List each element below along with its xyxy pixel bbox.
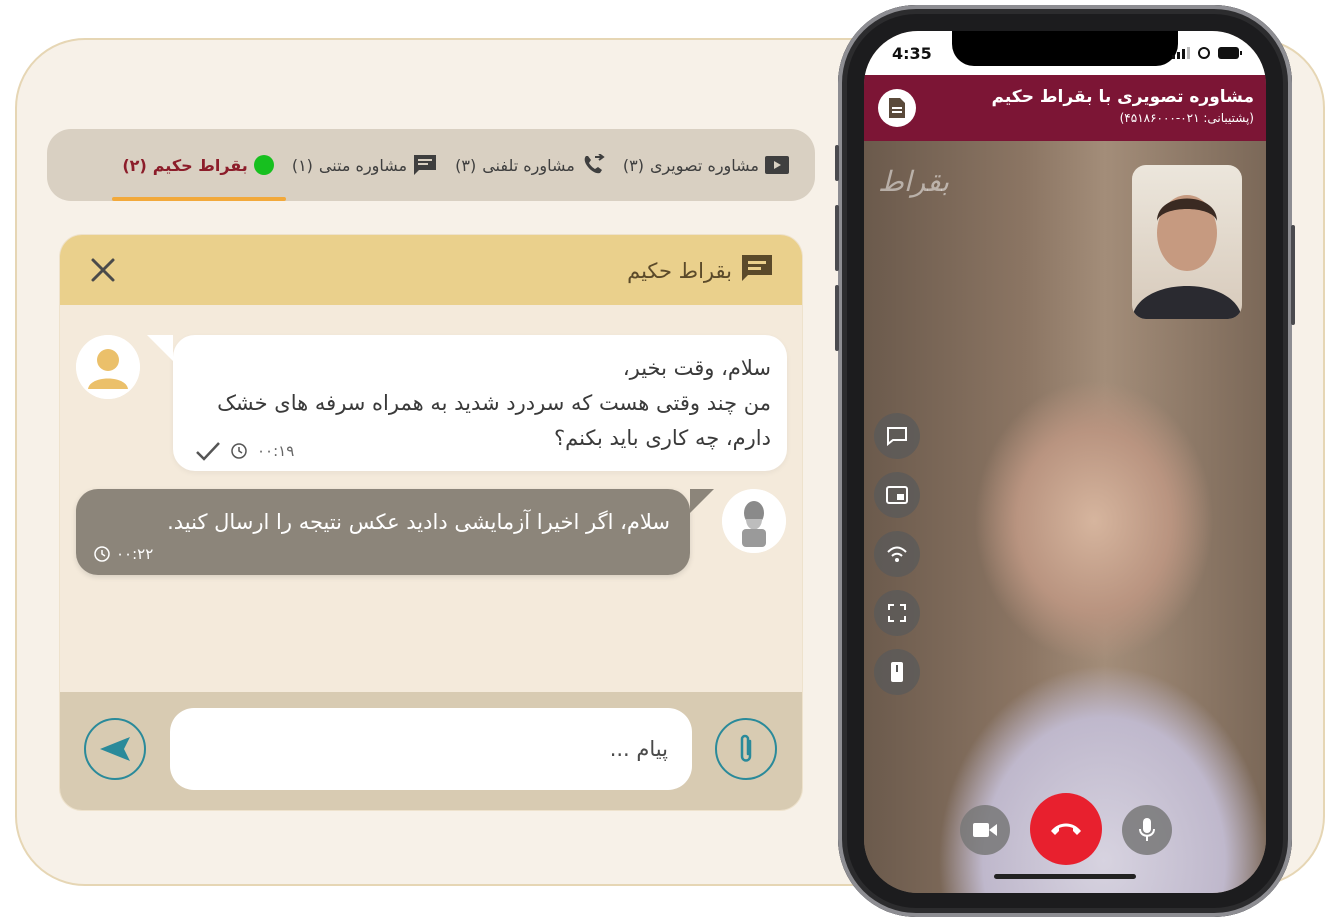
chat-icon (740, 253, 774, 288)
doctor-avatar (722, 489, 786, 553)
microphone-icon (1139, 818, 1155, 841)
chat-toggle-button[interactable] (874, 413, 920, 459)
phone-side-button (835, 285, 839, 351)
camera-toggle-button[interactable] (960, 805, 1010, 855)
tab-label: مشاوره تصویری (649, 155, 759, 175)
end-call-button[interactable] (1030, 793, 1102, 865)
signal-icon (1172, 47, 1190, 59)
consultation-tabs: مشاوره تصویری (۳) مشاوره تلفنی (۳) مشاور… (47, 129, 815, 201)
status-bar: 4:35 (864, 31, 1266, 75)
check-icon (196, 442, 220, 461)
phone-call-icon (581, 154, 605, 175)
attach-button[interactable] (715, 718, 777, 780)
send-icon (100, 737, 130, 761)
hang-up-icon (1051, 823, 1081, 835)
message-list: سلام، وقت بخیر، من چند وقتی هست که سردرد… (60, 305, 802, 692)
connection-button[interactable] (874, 531, 920, 577)
tab-label: بقراط حکیم (152, 155, 248, 175)
notch (952, 31, 1178, 66)
phone-screen: 4:35 مشاوره تصویری با بقراط حکیم (پشتیبا… (864, 31, 1266, 893)
document-icon (889, 98, 905, 118)
send-button[interactable] (84, 718, 146, 780)
support-phone: (پشتیبانی: ۰۲۱-۴۵۱۸۶۰۰۰) (1119, 111, 1254, 125)
pip-toggle-button[interactable] (874, 472, 920, 518)
close-icon (91, 258, 115, 282)
tab-count: (۳) (455, 155, 477, 175)
document-button[interactable] (878, 89, 916, 127)
fullscreen-icon (888, 604, 906, 622)
message-meta: ۰۰:۲۲ (94, 545, 153, 563)
app-bar: مشاوره تصویری با بقراط حکیم (پشتیبانی: ۰… (864, 75, 1266, 141)
chat-header: بقراط حکیم (60, 235, 802, 305)
picture-in-picture-icon (886, 486, 908, 504)
user-avatar (76, 335, 140, 399)
message-composer (60, 692, 802, 810)
tab-count: (۳) (622, 155, 644, 175)
video-icon (765, 155, 789, 175)
chat-panel: بقراط حکیم سلام، وقت بخیر، من چند وقتی ه… (60, 235, 802, 810)
phone-side-button (835, 145, 839, 181)
fullscreen-button[interactable] (874, 590, 920, 636)
chat-icon (413, 155, 437, 175)
wifi-icon (1198, 47, 1210, 59)
system-icons (1172, 47, 1242, 59)
home-indicator (994, 874, 1136, 879)
wifi-signal-icon (887, 546, 907, 562)
mic-toggle-button[interactable] (1122, 805, 1172, 855)
message-text: سلام، اگر اخیرا آزمایشی دادید عکس نتیجه … (167, 510, 670, 534)
phone-side-button (835, 205, 839, 271)
tab-count: (۲) (122, 155, 147, 175)
paperclip-icon (740, 734, 752, 762)
watermark-logo: بقراط (878, 165, 950, 198)
app-title: مشاوره تصویری با بقراط حکیم (991, 87, 1254, 107)
tab-label: مشاوره متنی (318, 155, 408, 175)
tab-video-consultation[interactable]: مشاوره تصویری (۳) (623, 129, 789, 201)
camera-icon (973, 823, 997, 837)
close-button[interactable] (88, 255, 118, 285)
message-meta: ۰۰:۱۹ (195, 441, 294, 461)
clock-icon (94, 546, 110, 562)
self-view-pip[interactable] (1132, 165, 1242, 319)
phone-mockup: 4:35 مشاوره تصویری با بقراط حکیم (پشتیبا… (835, 5, 1295, 917)
status-time: 4:35 (892, 44, 932, 63)
tab-text-consultation[interactable]: مشاوره متنی (۱) (292, 129, 437, 201)
chat-bubble-icon (887, 427, 907, 446)
message-bubble-outgoing: سلام، اگر اخیرا آزمایشی دادید عکس نتیجه … (76, 489, 714, 575)
chat-title-text: بقراط حکیم (627, 258, 732, 283)
clock-icon (231, 443, 247, 459)
online-dot-icon (253, 155, 274, 175)
mobile-device-icon (891, 662, 903, 682)
tab-label: مشاوره تلفنی (482, 155, 575, 175)
message-bubble-incoming: سلام، وقت بخیر، من چند وقتی هست که سردرد… (147, 335, 787, 471)
message-time: ۰۰:۱۹ (257, 442, 295, 460)
tab-boqrat-hakim[interactable]: بقراط حکیم (۲) (112, 129, 287, 201)
switch-device-button[interactable] (874, 649, 920, 695)
phone-side-button (1291, 225, 1295, 325)
message-input[interactable] (170, 708, 692, 790)
battery-icon (1218, 47, 1242, 59)
chat-title: بقراط حکیم (627, 253, 774, 288)
message-time: ۰۰:۲۲ (116, 545, 154, 563)
tab-count: (۱) (291, 155, 313, 175)
tab-phone-consultation[interactable]: مشاوره تلفنی (۳) (455, 129, 605, 201)
side-controls (874, 413, 920, 695)
video-feed: بقراط (864, 141, 1266, 893)
